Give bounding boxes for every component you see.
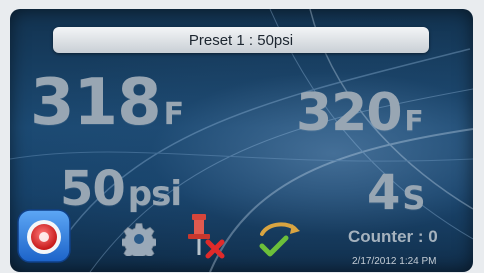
preset-bar[interactable]: Preset 1 : 50psi (53, 27, 429, 53)
time-readout[interactable]: 4S (367, 169, 425, 217)
time-unit: S (402, 179, 425, 217)
set-temperature-unit: F (404, 104, 424, 137)
pressure-readout[interactable]: 50psi (60, 165, 182, 214)
actual-temperature-readout: 318 F (30, 71, 184, 135)
datetime-label: 2/17/2012 1:24 PM (352, 256, 437, 267)
preset-label: Preset 1 : 50psi (188, 31, 294, 49)
time-value: 4 (367, 165, 400, 221)
pin-clear-icon[interactable] (182, 212, 226, 260)
actual-temperature-value: 318 (30, 66, 162, 140)
swap-confirm-icon[interactable] (256, 218, 304, 258)
counter-label: Counter : 0 (348, 227, 438, 246)
set-temperature-value: 320 (296, 83, 403, 143)
actual-temperature-unit: F (163, 97, 184, 132)
screen: Preset 1 : 50psi 318 F 320 F 50psi 4S Coun… (10, 9, 473, 272)
device-frame: Preset 1 : 50psi 318 F 320 F 50psi 4S Coun… (0, 0, 484, 273)
set-temperature-readout[interactable]: 320 F (296, 87, 424, 139)
gear-icon[interactable] (122, 222, 156, 256)
pressure-unit: psi (127, 174, 182, 214)
home-stop-icon[interactable] (16, 208, 72, 264)
